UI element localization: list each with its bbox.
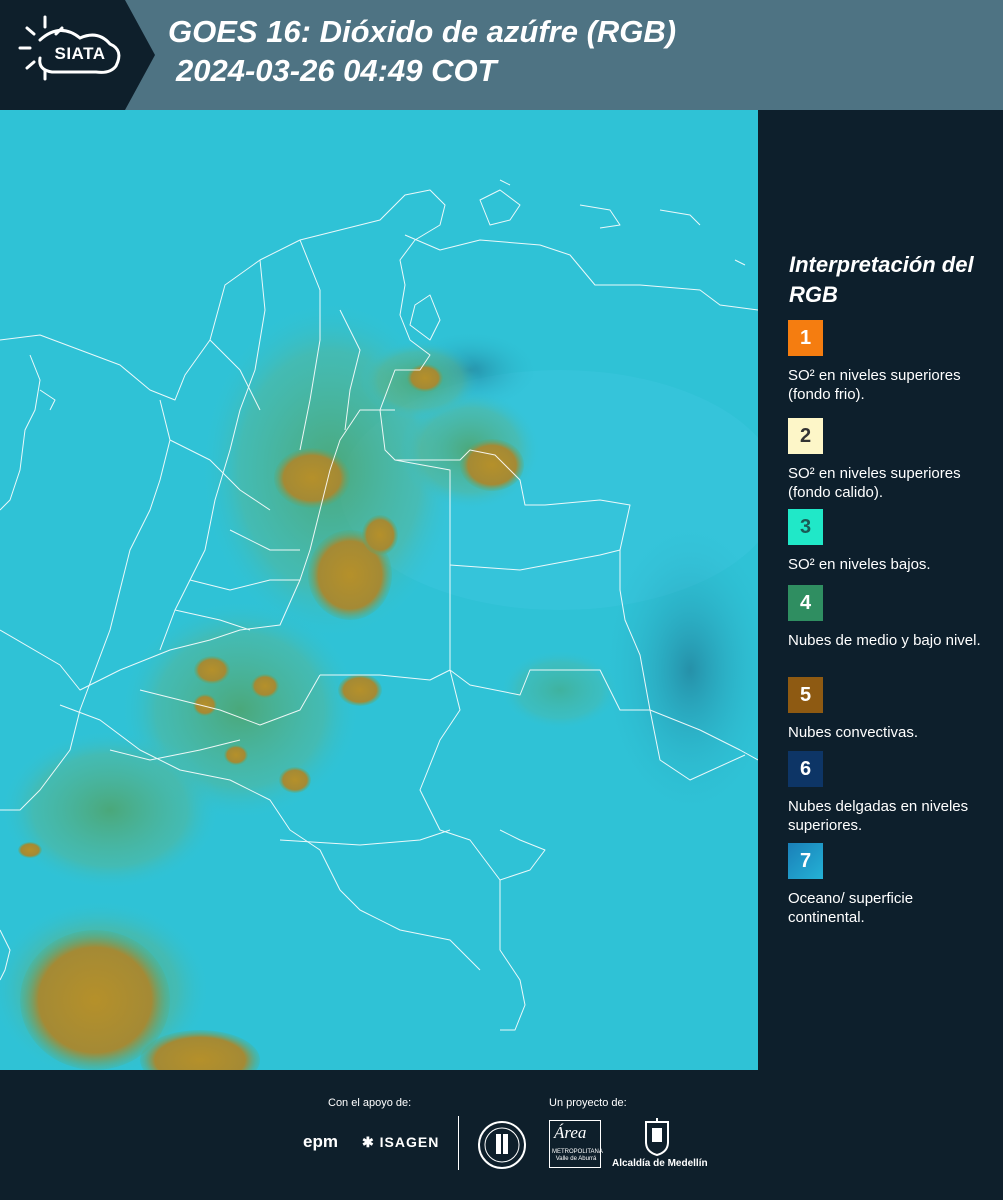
legend-label-6: Nubes delgadas en niveles superiores. bbox=[788, 798, 969, 834]
footer-bar: Con el apoyo de: Un proyecto de: epm ✱ I… bbox=[0, 1070, 1003, 1200]
legend-item-2: 2 SO² en niveles superiores (fondo calid… bbox=[788, 418, 993, 522]
legend-swatch-1: 1 bbox=[788, 320, 823, 356]
legend-title: Interpretación del RGB bbox=[789, 252, 974, 307]
isagen-logo: ✱ ISAGEN bbox=[362, 1134, 439, 1151]
legend-swatch-5: 5 bbox=[788, 677, 823, 713]
legend-item-4: 4 Nubes de medio y bajo nivel. bbox=[788, 585, 993, 673]
project-caption: Un proyecto de: bbox=[549, 1097, 627, 1109]
header-bar: SIATA GOES 16: Dióxido de azúfre (RGB) 2… bbox=[0, 0, 1003, 110]
support-caption: Con el apoyo de: bbox=[328, 1097, 412, 1109]
satellite-map bbox=[0, 110, 758, 1070]
legend-swatch-3: 3 bbox=[788, 509, 823, 545]
legend-swatch-2: 2 bbox=[788, 418, 823, 454]
area-logo-text: Área bbox=[554, 1123, 587, 1142]
legend-panel: Interpretación del RGB 1 SO² en niveles … bbox=[758, 110, 1003, 1070]
satellite-map-icon bbox=[0, 110, 758, 1070]
area-logo-subtext: METROPOLITANA Valle de Aburrá bbox=[552, 1149, 603, 1162]
footer-divider bbox=[458, 1116, 459, 1170]
legend-swatch-7: 7 bbox=[788, 843, 823, 879]
area-metropolitana-logo: Área METROPOLITANA Valle de Aburrá bbox=[549, 1120, 603, 1168]
seal-icon bbox=[478, 1121, 526, 1169]
legend-label-7: Oceano/ superficie continental. bbox=[788, 890, 914, 926]
isagen-logo-text: ISAGEN bbox=[379, 1134, 440, 1150]
logo-text: SIATA bbox=[54, 44, 106, 63]
legend-swatch-6: 6 bbox=[788, 751, 823, 787]
legend-label-4: Nubes de medio y bajo nivel. bbox=[788, 632, 981, 649]
legend-item-3: 3 SO² en niveles bajos. bbox=[788, 509, 993, 597]
alcaldia-logo-text: Alcaldía de Medellín bbox=[612, 1158, 708, 1169]
alcaldia-crest-icon bbox=[645, 1118, 669, 1156]
legend-item-6: 6 Nubes delgadas en niveles superiores. bbox=[788, 751, 993, 839]
siata-logo: SIATA bbox=[0, 0, 155, 110]
legend-item-1: 1 SO² en niveles superiores (fondo frio)… bbox=[788, 320, 993, 408]
isagen-star-icon: ✱ bbox=[362, 1134, 375, 1150]
page-timestamp: 2024-03-26 04:49 COT bbox=[176, 53, 497, 88]
epm-logo: epm bbox=[303, 1132, 338, 1151]
page-title: GOES 16: Dióxido de azúfre (RGB) bbox=[168, 14, 677, 49]
legend-label-1: SO² en niveles superiores (fondo frio). bbox=[788, 367, 961, 403]
legend-item-7: 7 Oceano/ superficie continental. bbox=[788, 843, 993, 931]
legend-swatch-4: 4 bbox=[788, 585, 823, 621]
